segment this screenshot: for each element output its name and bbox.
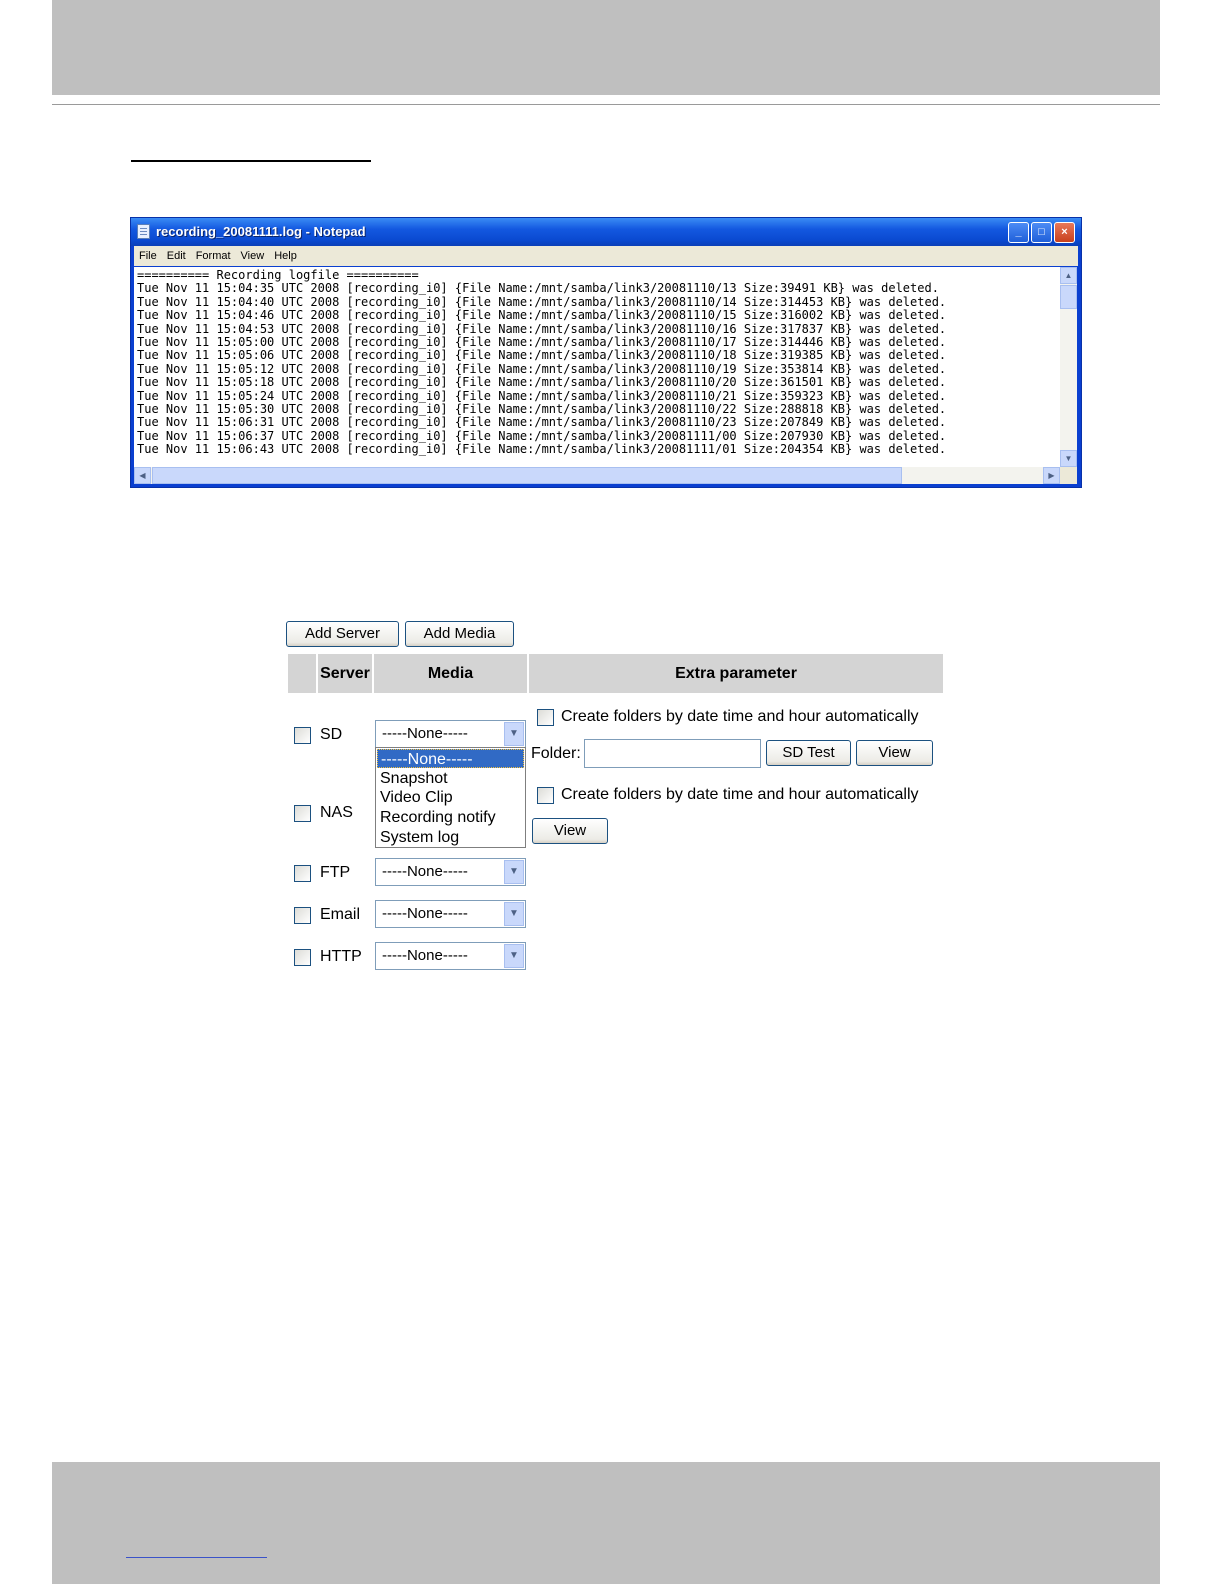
notepad-text-area[interactable]: ========== Recording logfile ========== T… xyxy=(134,267,1060,467)
add-media-button[interactable]: Add Media xyxy=(405,621,514,647)
maximize-button[interactable]: □ xyxy=(1031,222,1052,243)
menu-file[interactable]: File xyxy=(134,246,162,266)
notepad-icon xyxy=(137,224,150,239)
notepad-menubar: File Edit Format View Help xyxy=(134,246,1078,266)
sd-create-folders-label: Create folders by date time and hour aut… xyxy=(561,708,919,725)
scroll-up-icon[interactable]: ▲ xyxy=(1060,267,1077,284)
header-extra-parameter: Extra parameter xyxy=(529,654,943,693)
vertical-scroll-thumb[interactable] xyxy=(1060,285,1077,309)
media-option-snapshot[interactable]: Snapshot xyxy=(377,769,524,788)
chevron-down-icon[interactable]: ▼ xyxy=(504,902,524,926)
http-media-select[interactable]: -----None----- ▼ xyxy=(375,942,526,970)
log-line: Tue Nov 11 15:05:30 UTC 2008 [recording_… xyxy=(137,402,947,417)
folder-input[interactable] xyxy=(584,739,761,768)
log-line: Tue Nov 11 15:04:46 UTC 2008 [recording_… xyxy=(137,308,947,323)
server-label-email: Email xyxy=(320,906,361,923)
nas-view-button[interactable]: View xyxy=(532,818,608,844)
nas-create-folders-label: Create folders by date time and hour aut… xyxy=(561,786,919,803)
menu-format[interactable]: Format xyxy=(191,246,236,266)
log-line: ========== Recording logfile ========== xyxy=(137,268,419,282)
log-line: Tue Nov 11 15:06:31 UTC 2008 [recording_… xyxy=(137,415,947,430)
email-checkbox[interactable] xyxy=(294,907,311,924)
section-heading-underline xyxy=(131,160,371,162)
log-line: Tue Nov 11 15:05:00 UTC 2008 [recording_… xyxy=(137,335,947,350)
server-label-nas: NAS xyxy=(320,804,353,821)
log-line: Tue Nov 11 15:06:43 UTC 2008 [recording_… xyxy=(137,442,947,457)
sd-create-folders-checkbox[interactable] xyxy=(537,709,554,726)
chevron-down-icon[interactable]: ▼ xyxy=(504,860,524,884)
minimize-button[interactable]: _ xyxy=(1008,222,1029,243)
header-checkbox-column xyxy=(288,654,316,693)
menu-edit[interactable]: Edit xyxy=(162,246,191,266)
email-media-value: -----None----- xyxy=(382,905,468,922)
sd-media-select[interactable]: -----None----- ▼ xyxy=(375,720,526,748)
resize-grip-icon[interactable] xyxy=(1060,467,1077,484)
page-header-band xyxy=(52,0,1160,95)
chevron-down-icon[interactable]: ▼ xyxy=(504,944,524,968)
chevron-down-icon[interactable]: ▼ xyxy=(504,722,524,746)
ftp-media-select[interactable]: -----None----- ▼ xyxy=(375,858,526,886)
nas-checkbox[interactable] xyxy=(294,805,311,822)
sd-view-button[interactable]: View xyxy=(856,740,933,766)
sd-media-value: -----None----- xyxy=(382,725,468,742)
server-label-ftp: FTP xyxy=(320,864,351,881)
scroll-right-icon[interactable]: ▶ xyxy=(1043,467,1060,484)
notepad-title: recording_20081111.log - Notepad xyxy=(156,224,366,239)
notepad-window: recording_20081111.log - Notepad _ □ × F… xyxy=(130,217,1082,488)
media-option-none[interactable]: -----None----- xyxy=(377,749,524,768)
log-line: Tue Nov 11 15:06:37 UTC 2008 [recording_… xyxy=(137,428,947,443)
log-line: Tue Nov 11 15:05:18 UTC 2008 [recording_… xyxy=(137,375,947,390)
log-line: Tue Nov 11 15:05:06 UTC 2008 [recording_… xyxy=(137,348,947,363)
notepad-titlebar[interactable]: recording_20081111.log - Notepad _ □ × xyxy=(131,218,1081,246)
media-dropdown-list[interactable]: -----None----- Snapshot Video Clip Recor… xyxy=(375,747,526,848)
scroll-down-icon[interactable]: ▼ xyxy=(1060,450,1077,467)
horizontal-scroll-thumb[interactable] xyxy=(152,467,902,484)
http-checkbox[interactable] xyxy=(294,949,311,966)
folder-label: Folder: xyxy=(531,745,581,762)
log-line: Tue Nov 11 15:04:53 UTC 2008 [recording_… xyxy=(137,321,947,336)
server-label-http: HTTP xyxy=(320,948,362,965)
sd-test-button[interactable]: SD Test xyxy=(766,740,851,766)
horizontal-scrollbar[interactable]: ◀ ▶ xyxy=(134,467,1060,484)
menu-help[interactable]: Help xyxy=(269,246,302,266)
media-option-recording-notify[interactable]: Recording notify xyxy=(377,808,524,827)
media-option-video-clip[interactable]: Video Clip xyxy=(377,788,524,807)
log-line: Tue Nov 11 15:04:35 UTC 2008 [recording_… xyxy=(137,281,939,296)
header-media: Media xyxy=(374,654,527,693)
log-line: Tue Nov 11 15:04:40 UTC 2008 [recording_… xyxy=(137,294,947,309)
http-media-value: -----None----- xyxy=(382,947,468,964)
header-server: Server xyxy=(318,654,372,693)
server-label-sd: SD xyxy=(320,726,343,743)
menu-view[interactable]: View xyxy=(236,246,270,266)
nas-create-folders-checkbox[interactable] xyxy=(537,787,554,804)
scroll-left-icon[interactable]: ◀ xyxy=(134,467,151,484)
page-footer-band xyxy=(52,1462,1160,1584)
sd-checkbox[interactable] xyxy=(294,727,311,744)
email-media-select[interactable]: -----None----- ▼ xyxy=(375,900,526,928)
footer-link-underline[interactable] xyxy=(126,1557,267,1558)
vertical-scrollbar[interactable]: ▲ ▼ xyxy=(1060,267,1077,467)
media-option-system-log[interactable]: System log xyxy=(377,828,524,847)
log-line: Tue Nov 11 15:05:12 UTC 2008 [recording_… xyxy=(137,361,947,376)
ftp-checkbox[interactable] xyxy=(294,865,311,882)
add-server-button[interactable]: Add Server xyxy=(286,621,399,647)
log-line: Tue Nov 11 15:05:24 UTC 2008 [recording_… xyxy=(137,388,947,403)
header-divider xyxy=(52,104,1160,105)
ftp-media-value: -----None----- xyxy=(382,863,468,880)
close-button[interactable]: × xyxy=(1054,222,1075,243)
